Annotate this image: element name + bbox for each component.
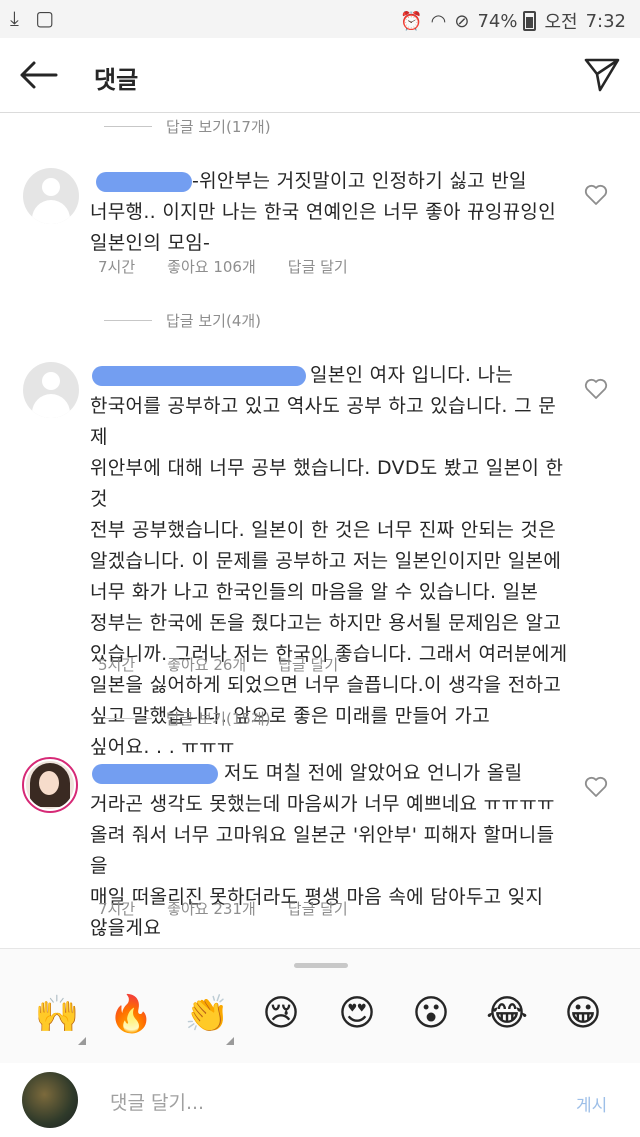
battery-percent: 74% xyxy=(477,10,518,32)
view-replies-link[interactable]: 답글 보기(4개) xyxy=(104,310,261,331)
avatar[interactable] xyxy=(22,757,78,813)
comment-meta: 7시간 좋아요 106개 답글 달기 xyxy=(98,256,380,277)
view-replies-label: 답글 보기(17개) xyxy=(166,118,271,136)
page-title: 댓글 xyxy=(94,66,139,94)
reply-button[interactable]: 답글 달기 xyxy=(288,256,348,277)
screenshot-icon: ▢ xyxy=(35,6,55,30)
reply-button[interactable]: 답글 달기 xyxy=(288,898,348,919)
grinning-face-emoji-icon[interactable]: 😀 xyxy=(558,993,608,1034)
comment-time: 7시간 xyxy=(98,258,136,276)
reply-button[interactable]: 답글 달기 xyxy=(278,654,338,675)
back-arrow-icon[interactable] xyxy=(18,60,58,90)
clock-time: 7:32 xyxy=(585,10,626,32)
comment-time: 5시간 xyxy=(98,656,136,674)
view-replies-label: 답글 보기(4개) xyxy=(166,312,262,330)
my-avatar xyxy=(22,1072,78,1128)
drag-handle[interactable] xyxy=(294,963,348,968)
view-replies-link[interactable]: 답글 보기(15개) xyxy=(104,708,271,729)
comment-input-bar: 게시 xyxy=(0,1063,640,1137)
header: 댓글 xyxy=(0,38,640,113)
fire-emoji-icon[interactable]: 🔥 xyxy=(106,993,156,1035)
crying-face-emoji-icon[interactable]: 😢 xyxy=(256,993,306,1034)
wifi-icon: ◠ xyxy=(430,10,447,32)
view-replies-link[interactable]: 답글 보기(17개) xyxy=(104,116,271,137)
like-count[interactable]: 좋아요 231개 xyxy=(167,898,256,919)
clock-ampm: 오전 xyxy=(544,12,578,33)
battery-icon xyxy=(523,11,537,31)
corner-indicator xyxy=(78,1037,86,1045)
post-button[interactable]: 게시 xyxy=(576,1091,607,1116)
comment-time: 7시간 xyxy=(98,900,136,918)
download-icon: ⤓ xyxy=(10,6,19,30)
emoji-reaction-bar: 🙌 🔥 👏 😢 😍 😮 😂 😀 xyxy=(0,948,640,1065)
divider xyxy=(104,126,152,127)
avatar[interactable] xyxy=(23,168,79,224)
heart-icon[interactable] xyxy=(584,776,608,798)
heart-icon[interactable] xyxy=(584,184,608,206)
like-count[interactable]: 좋아요 26개 xyxy=(167,654,246,675)
view-replies-label: 답글 보기(15개) xyxy=(166,710,271,728)
divider xyxy=(104,718,152,719)
heart-icon[interactable] xyxy=(584,378,608,400)
no-sound-icon: ⊘ xyxy=(454,10,470,32)
surprised-face-emoji-icon[interactable]: 😮 xyxy=(406,993,456,1034)
heart-eyes-emoji-icon[interactable]: 😍 xyxy=(332,993,382,1034)
alarm-icon: ⏰ xyxy=(400,10,423,32)
comment-text: 일본인 여자 입니다. 나는 한국어를 공부하고 있고 역사도 공부 하고 있습… xyxy=(90,364,568,758)
like-count[interactable]: 좋아요 106개 xyxy=(167,256,256,277)
tears-of-joy-emoji-icon[interactable]: 😂 xyxy=(482,993,532,1034)
comment-meta: 7시간 좋아요 231개 답글 달기 xyxy=(98,898,380,919)
corner-indicator xyxy=(226,1037,234,1045)
status-bar: ⤓ ▢ ⏰ ◠ ⊘ 74% 오전 7:32 xyxy=(0,0,640,38)
divider xyxy=(104,320,152,321)
comment-input[interactable] xyxy=(108,1087,532,1119)
clapping-hands-emoji-icon[interactable]: 👏 xyxy=(182,993,232,1035)
comment-meta: 5시간 좋아요 26개 답글 달기 xyxy=(98,654,370,675)
avatar[interactable] xyxy=(23,362,79,418)
raised-hands-emoji-icon[interactable]: 🙌 xyxy=(32,993,82,1035)
comment-text: -위안부는 거짓말이고 인정하기 싫고 반일 너무행.. 이지만 나는 한국 연… xyxy=(90,170,556,254)
direct-send-icon[interactable] xyxy=(582,56,622,94)
